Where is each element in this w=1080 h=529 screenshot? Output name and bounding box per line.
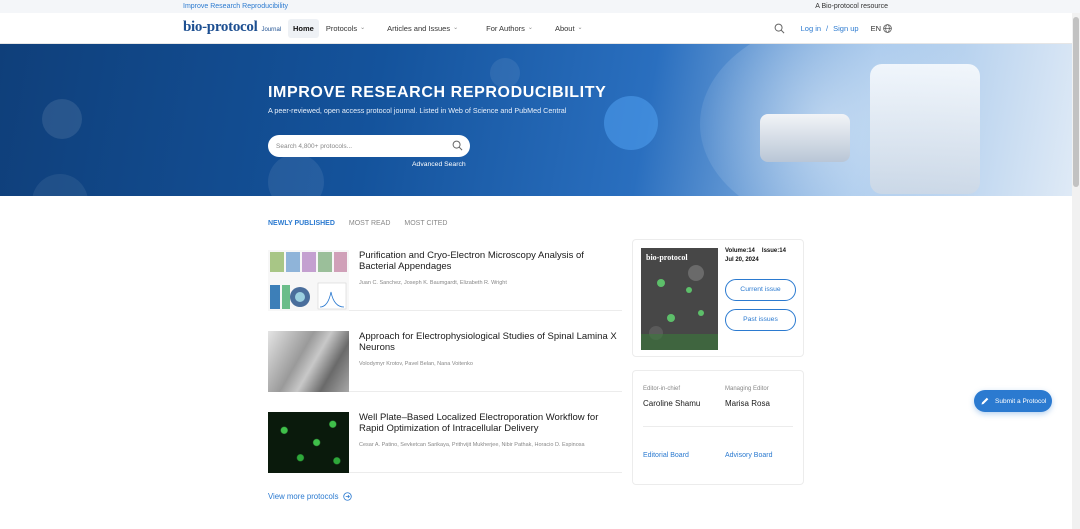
hero-search-box xyxy=(268,135,470,157)
microscope-body xyxy=(870,64,980,194)
logo-text: bio-protocol xyxy=(183,19,258,35)
pencil-icon xyxy=(981,397,989,405)
page-scrollbar[interactable] xyxy=(1072,13,1080,529)
nav-label: Home xyxy=(293,24,314,33)
search-icon[interactable] xyxy=(774,23,785,34)
cover-image xyxy=(641,248,718,350)
article-thumbnail[interactable] xyxy=(268,331,349,392)
nav-item-home[interactable]: Home xyxy=(288,19,319,38)
resource-label: A Bio-protocol resource xyxy=(815,3,888,10)
tab-most-cited[interactable]: MOST CITED xyxy=(404,220,447,227)
nav-label: Protocols xyxy=(325,24,358,33)
nav-label: Articles and Issues xyxy=(387,24,451,33)
hero-banner: IMPROVE RESEARCH REPRODUCIBILITY A peer-… xyxy=(0,44,1072,196)
view-more-link[interactable]: View more protocols xyxy=(268,492,352,501)
article-item[interactable]: Well Plate–Based Localized Electroporati… xyxy=(268,402,622,473)
arrow-right-circle-icon xyxy=(342,492,352,501)
nav-right: Log in / Sign up EN xyxy=(774,23,892,34)
auth-separator: / xyxy=(826,24,829,33)
globe-icon xyxy=(883,24,892,33)
cryo-em-figure xyxy=(270,252,347,310)
hero-subtitle: A peer-reviewed, open access protocol jo… xyxy=(268,106,567,115)
article-authors: Juan C. Sanchez, Joseph K. Baumgardt, El… xyxy=(359,280,507,286)
issue-meta: Volume:14 Issue:14 Jul 20, 2024 xyxy=(725,248,786,263)
issue-date: Jul 20, 2024 xyxy=(725,257,759,263)
main-nav: Home Protocols ⌄ Articles and Issues ⌄ For… xyxy=(288,19,588,38)
hero-decoration xyxy=(42,99,82,139)
tab-most-read[interactable]: MOST READ xyxy=(349,220,391,227)
hero-decoration xyxy=(32,174,88,196)
nav-item-protocols[interactable]: Protocols ⌄ xyxy=(321,19,370,38)
submit-protocol-label: Submit a Protocol xyxy=(995,397,1047,405)
current-issue-card: bio-protocol Volume:14 Issue:14 Jul 20, … xyxy=(632,239,804,357)
login-link[interactable]: Log in xyxy=(801,24,821,33)
article-title[interactable]: Approach for Electrophysiological Studie… xyxy=(359,331,619,353)
article-item[interactable]: Approach for Electrophysiological Studie… xyxy=(268,321,622,392)
article-authors: Cesar A. Patino, Sevketcan Sarikaya, Pri… xyxy=(359,442,585,448)
article-thumbnail[interactable] xyxy=(268,250,349,311)
article-thumbnail[interactable] xyxy=(268,412,349,473)
microscope-lens xyxy=(760,114,850,162)
past-issues-button[interactable]: Past issues xyxy=(725,309,796,331)
scrollbar-thumb[interactable] xyxy=(1073,17,1079,187)
chevron-down-icon: ⌄ xyxy=(453,25,459,31)
article-item[interactable]: Purification and Cryo-Electron Microscop… xyxy=(268,240,622,311)
hero-title: IMPROVE RESEARCH REPRODUCIBILITY xyxy=(268,84,607,101)
tab-newly-published[interactable]: NEWLY PUBLISHED xyxy=(268,220,335,227)
signup-link[interactable]: Sign up xyxy=(833,24,858,33)
article-title[interactable]: Purification and Cryo-Electron Microscop… xyxy=(359,250,619,272)
cover-title: bio-protocol xyxy=(646,253,688,262)
language-selector[interactable]: EN xyxy=(871,24,892,33)
advanced-search-link[interactable]: Advanced Search xyxy=(412,161,466,168)
top-strip: Improve Research Reproducibility A Bio-p… xyxy=(0,0,1080,13)
logo[interactable]: bio-protocol Journal xyxy=(183,19,281,36)
view-more-label: View more protocols xyxy=(268,492,339,501)
nav-item-authors[interactable]: For Authors ⌄ xyxy=(481,19,538,38)
submit-protocol-button[interactable]: Submit a Protocol xyxy=(974,390,1052,412)
logo-subtext: Journal xyxy=(261,27,282,33)
managing-editor-name: Marisa Rosa xyxy=(725,399,770,408)
nav-item-articles[interactable]: Articles and Issues ⌄ xyxy=(382,19,463,38)
top-strip-link[interactable]: Improve Research Reproducibility xyxy=(183,3,288,10)
nav-item-about[interactable]: About ⌄ xyxy=(550,19,588,38)
protocol-search-input[interactable] xyxy=(276,140,446,152)
hero-decoration xyxy=(268,154,324,196)
nav-label: For Authors xyxy=(486,24,525,33)
issue-cover[interactable]: bio-protocol xyxy=(641,248,718,350)
language-label: EN xyxy=(870,24,881,33)
divider xyxy=(643,426,793,427)
search-icon[interactable] xyxy=(452,140,463,151)
current-issue-button[interactable]: Current issue xyxy=(725,279,796,301)
editor-in-chief-name: Caroline Shamu xyxy=(643,399,701,408)
chevron-down-icon: ⌄ xyxy=(527,25,533,31)
editorial-board-link[interactable]: Editorial Board xyxy=(643,452,689,459)
advisory-board-link[interactable]: Advisory Board xyxy=(725,452,772,459)
issue-volume: Volume:14 xyxy=(725,248,755,254)
article-title[interactable]: Well Plate–Based Localized Electroporati… xyxy=(359,412,619,434)
issue-number: Issue:14 xyxy=(761,248,786,254)
chevron-down-icon: ⌄ xyxy=(577,25,583,31)
chevron-down-icon: ⌄ xyxy=(360,25,366,31)
navbar: bio-protocol Journal Home Protocols ⌄ Art… xyxy=(0,13,1080,44)
managing-editor-label: Managing Editor xyxy=(725,386,769,392)
hero-decoration xyxy=(604,96,658,150)
editor-in-chief-label: Editor-in-chief xyxy=(643,386,681,392)
article-authors: Volodymyr Krotov, Pavel Belan, Nana Voit… xyxy=(359,361,473,367)
article-tabs: NEWLY PUBLISHED MOST READ MOST CITED xyxy=(268,220,461,227)
editors-card: Editor-in-chief Caroline Shamu Managing … xyxy=(632,370,804,485)
nav-label: About xyxy=(554,24,575,33)
